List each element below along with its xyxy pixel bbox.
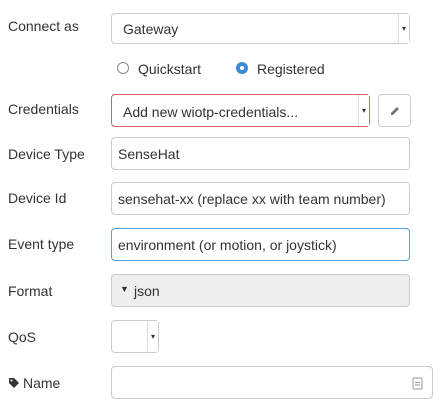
name-label: Name xyxy=(23,375,61,391)
radio-quickstart[interactable]: Quickstart xyxy=(117,60,227,78)
radio-circle-selected[interactable] xyxy=(236,62,248,74)
credentials-select[interactable]: Add new wiotp-credentials... ▾ xyxy=(111,94,370,127)
connect-as-value: Gateway xyxy=(123,21,179,37)
pencil-icon xyxy=(391,107,399,115)
radio-circle-unselected[interactable] xyxy=(117,62,129,74)
radio-registered[interactable]: Registered xyxy=(236,60,346,78)
chevron-down-icon: ▾ xyxy=(147,321,158,352)
document-icon[interactable] xyxy=(412,377,423,390)
radio-quickstart-label: Quickstart xyxy=(138,61,202,77)
name-input[interactable] xyxy=(111,366,433,399)
caret-down-icon: ▼ xyxy=(120,284,129,294)
qos-select[interactable]: ▾ xyxy=(111,320,159,353)
tag-icon xyxy=(9,378,19,388)
credentials-value: Add new wiotp-credentials... xyxy=(123,104,299,120)
connect-as-label: Connect as xyxy=(8,18,79,34)
edit-credentials-button[interactable] xyxy=(378,94,411,127)
format-value: json xyxy=(134,283,160,299)
device-id-input[interactable]: sensehat-xx (replace xx with team number… xyxy=(111,182,410,215)
event-type-label: Event type xyxy=(8,236,75,252)
format-label: Format xyxy=(8,283,53,299)
credentials-label: Credentials xyxy=(8,101,79,117)
event-type-input[interactable]: environment (or motion, or joystick) xyxy=(111,228,410,261)
device-type-label: Device Type xyxy=(8,146,85,162)
device-id-value: sensehat-xx (replace xx with team number… xyxy=(118,191,386,207)
connect-as-select[interactable]: Gateway ▾ xyxy=(111,13,410,44)
chevron-down-icon: ▾ xyxy=(358,95,369,126)
qos-label: QoS xyxy=(8,329,37,345)
radio-registered-label: Registered xyxy=(257,61,325,77)
device-type-input[interactable]: SenseHat xyxy=(111,137,410,170)
device-id-label: Device Id xyxy=(8,190,67,206)
format-select[interactable]: ▼ json xyxy=(111,274,410,307)
name-label-group: Name xyxy=(8,375,88,391)
device-type-value: SenseHat xyxy=(118,146,180,162)
event-type-value: environment (or motion, or joystick) xyxy=(118,237,337,253)
chevron-down-icon: ▾ xyxy=(398,14,409,43)
